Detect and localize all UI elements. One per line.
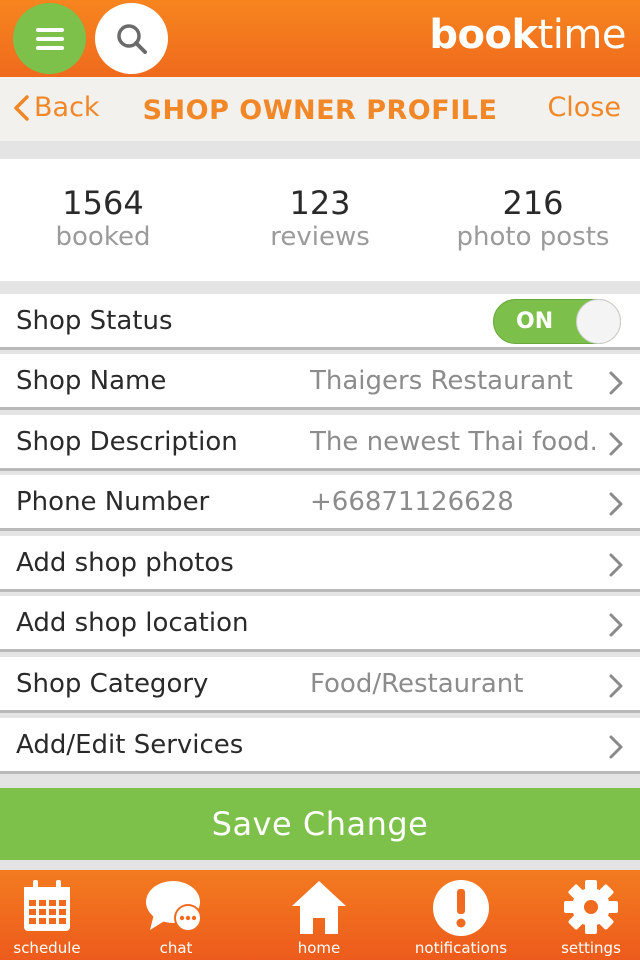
row-label: Add/Edit Services bbox=[16, 730, 244, 760]
shop-description-row[interactable]: Shop Description The newest Thai food.. bbox=[0, 415, 640, 471]
stat-value: 123 bbox=[289, 184, 351, 222]
add-shop-location-row[interactable]: Add shop location bbox=[0, 596, 640, 652]
add-shop-photos-row[interactable]: Add shop photos bbox=[0, 536, 640, 592]
gear-icon bbox=[564, 880, 618, 934]
chevron-right-icon bbox=[609, 432, 623, 456]
row-label: Shop Category bbox=[16, 669, 209, 699]
row-label: Shop Description bbox=[16, 427, 238, 457]
row-label: Shop Status bbox=[16, 306, 173, 336]
add-edit-services-row[interactable]: Add/Edit Services bbox=[0, 718, 640, 774]
back-label: Back bbox=[34, 92, 100, 123]
stat-label: reviews bbox=[270, 222, 370, 252]
stat-value: 1564 bbox=[62, 184, 144, 222]
row-label: Shop Name bbox=[16, 366, 167, 396]
close-button[interactable]: Close bbox=[547, 92, 621, 123]
row-value: +66871126628 bbox=[310, 487, 514, 517]
tab-label: home bbox=[297, 939, 341, 957]
menu-button[interactable] bbox=[13, 3, 86, 74]
chevron-right-icon bbox=[609, 553, 623, 577]
row-value: The newest Thai food.. bbox=[310, 427, 595, 457]
tab-settings[interactable]: settings bbox=[548, 870, 634, 960]
tab-label: schedule bbox=[13, 939, 81, 957]
stat-booked: 1564 booked bbox=[3, 185, 203, 253]
chevron-right-icon bbox=[609, 371, 623, 395]
chevron-right-icon bbox=[609, 613, 623, 637]
stat-label: booked bbox=[55, 222, 151, 252]
hamburger-icon bbox=[35, 23, 64, 55]
tab-label: notifications bbox=[414, 939, 508, 957]
chevron-left-icon bbox=[14, 94, 29, 121]
chevron-right-icon bbox=[609, 735, 623, 759]
stat-reviews: 123 reviews bbox=[220, 185, 420, 253]
chevron-right-icon bbox=[609, 674, 623, 698]
tab-home[interactable]: home bbox=[272, 870, 366, 960]
top-bar: booktime bbox=[0, 0, 640, 77]
shop-status-row: Shop Status ON bbox=[0, 294, 640, 350]
row-label: Add shop photos bbox=[16, 548, 234, 578]
navigation-bar: Back SHOP OWNER PROFILE Close bbox=[0, 77, 640, 141]
tab-label: chat bbox=[159, 939, 193, 957]
bottom-tab-bar: schedule chat home notifications setting… bbox=[0, 870, 640, 960]
app-logo: booktime bbox=[429, 12, 626, 58]
toggle-knob bbox=[576, 299, 621, 344]
row-value: Thaigers Restaurant bbox=[310, 366, 573, 396]
exclamation-icon bbox=[433, 880, 489, 936]
chat-bubble-icon bbox=[146, 881, 202, 932]
chevron-right-icon bbox=[609, 492, 623, 516]
toggle-state: ON bbox=[516, 309, 554, 334]
phone-number-row[interactable]: Phone Number +66871126628 bbox=[0, 475, 640, 531]
tab-label: settings bbox=[561, 939, 621, 957]
tab-notifications[interactable]: notifications bbox=[405, 870, 517, 960]
tab-schedule[interactable]: schedule bbox=[0, 870, 94, 960]
back-button[interactable]: Back bbox=[12, 92, 100, 123]
calendar-icon bbox=[24, 880, 70, 931]
home-icon bbox=[292, 881, 346, 934]
shop-category-row[interactable]: Shop Category Food/Restaurant bbox=[0, 657, 640, 713]
row-label: Phone Number bbox=[16, 487, 210, 517]
shop-name-row[interactable]: Shop Name Thaigers Restaurant bbox=[0, 354, 640, 410]
row-label: Add shop location bbox=[16, 608, 249, 638]
tab-chat[interactable]: chat bbox=[130, 870, 222, 960]
stats-panel: 1564 booked 123 reviews 216 photo posts bbox=[0, 159, 640, 281]
save-change-button[interactable]: Save Change bbox=[0, 788, 640, 860]
stat-photo-posts: 216 photo posts bbox=[433, 185, 633, 253]
stat-value: 216 bbox=[502, 184, 564, 222]
stat-label: photo posts bbox=[456, 222, 610, 252]
row-value: Food/Restaurant bbox=[310, 669, 524, 699]
shop-status-toggle[interactable]: ON bbox=[493, 299, 621, 344]
search-button[interactable] bbox=[95, 3, 168, 74]
search-icon bbox=[116, 23, 147, 54]
